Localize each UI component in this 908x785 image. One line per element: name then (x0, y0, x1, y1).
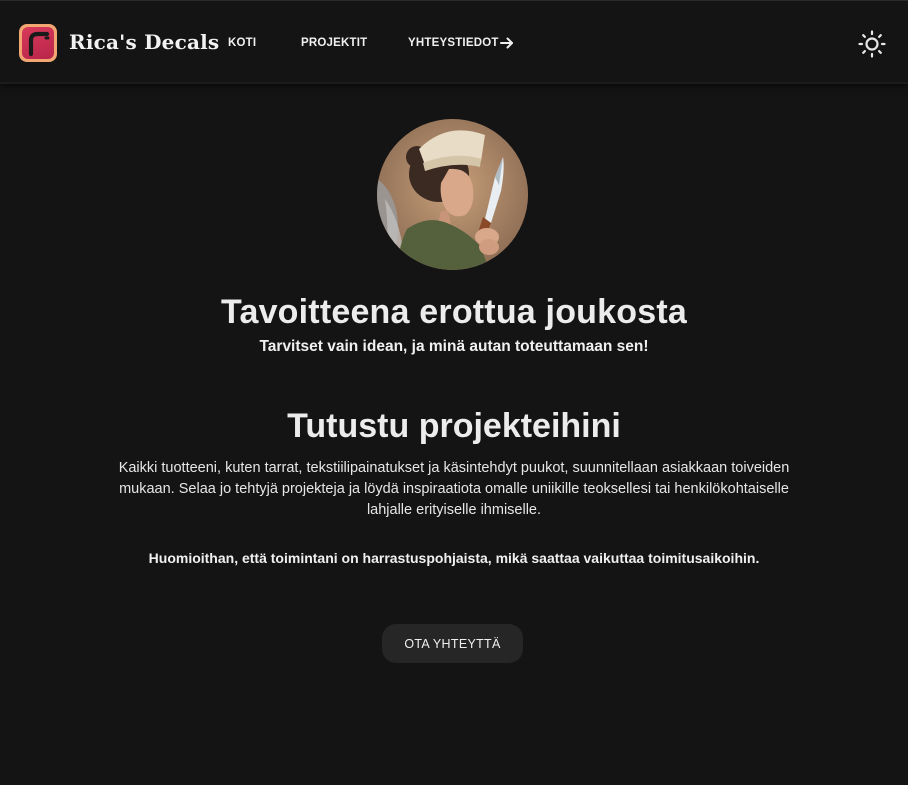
theme-toggle-button[interactable] (857, 29, 887, 59)
sun-icon (858, 30, 886, 58)
logo[interactable] (19, 24, 57, 62)
main-content: Tavoitteena erottua joukosta Tarvitset v… (0, 84, 908, 785)
nav-item-yhteystiedot[interactable]: YHTEYSTIEDOT (408, 37, 499, 49)
hero-subtitle: Tarvitset vain idean, ja minä autan tote… (259, 338, 649, 355)
nav-item-koti[interactable]: KOTI (228, 37, 256, 49)
projects-description: Kaikki tuotteeni, kuten tarrat, tekstiil… (118, 460, 790, 518)
brand-logo-icon (28, 31, 50, 57)
hero-title: Tavoitteena erottua joukosta (221, 293, 687, 331)
arrow-right-icon[interactable] (499, 35, 515, 55)
contact-button[interactable]: OTA YHTEYTTÄ (382, 624, 523, 663)
projects-title: Tutustu projekteihini (287, 407, 621, 445)
profile-avatar (377, 119, 528, 270)
nav-item-projektit[interactable]: PROJEKTIT (301, 37, 367, 49)
site-header: Rica's Decals KOTI PROJEKTIT YHTEYSTIEDO… (0, 0, 908, 84)
logo-mark (22, 27, 54, 59)
hobby-note: Huomioithan, että toimintani on harrastu… (148, 550, 760, 566)
brand-name[interactable]: Rica's Decals (69, 30, 219, 54)
avatar-illustration (377, 119, 528, 270)
